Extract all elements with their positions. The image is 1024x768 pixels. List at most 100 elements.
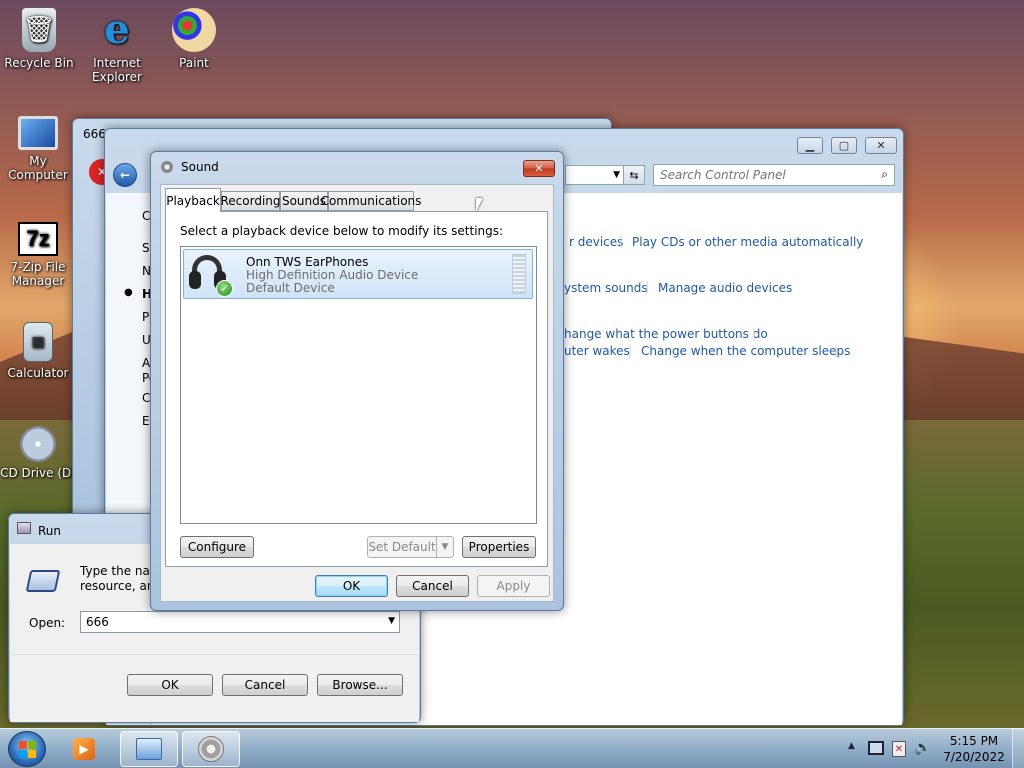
speaker-icon bbox=[198, 736, 224, 762]
tab-communications[interactable]: Communications bbox=[321, 191, 421, 211]
desktop-icon-paint[interactable]: Paint bbox=[156, 8, 232, 70]
desktop-icon-label: Recycle Bin bbox=[4, 56, 74, 70]
desktop-icon-recycle-bin[interactable]: 🗑 Recycle Bin bbox=[1, 8, 77, 70]
device-item-onn-tws-earphones[interactable]: ✓ Onn TWS EarPhones High Definition Audi… bbox=[183, 249, 533, 299]
open-combobox[interactable]: 666 ▼ bbox=[80, 611, 400, 633]
tab-playback[interactable]: Playback bbox=[165, 188, 221, 212]
cancel-button[interactable]: Cancel bbox=[396, 575, 469, 597]
link-system-sounds[interactable]: ystem sounds bbox=[564, 281, 648, 295]
speaker-icon bbox=[161, 161, 173, 173]
seven-zip-icon: 7z bbox=[18, 222, 58, 256]
link-manage-audio-devices[interactable]: Manage audio devices bbox=[658, 281, 792, 295]
run-dialog-title: Run bbox=[38, 524, 62, 538]
clock-time[interactable]: 5:15 PM bbox=[946, 734, 1002, 748]
calculator-icon: ▦ bbox=[23, 322, 53, 362]
taskbar: ▶ ▲ ✕ 🔈 5:15 PM 7/20/2022 bbox=[0, 728, 1024, 768]
volume-meter bbox=[512, 254, 526, 294]
network-icon[interactable] bbox=[868, 741, 884, 755]
error-window-title: 666 bbox=[83, 127, 106, 141]
sound-dialog[interactable]: Sound ✕ Playback Recording Sounds Commun… bbox=[150, 151, 564, 611]
link-devices[interactable]: r devices bbox=[569, 235, 623, 249]
search-box[interactable]: ⌕ bbox=[653, 164, 895, 186]
set-default-button[interactable]: Set Default bbox=[367, 536, 437, 558]
desktop-icon-label: Internet Explorer bbox=[92, 56, 142, 84]
back-arrow-icon: ← bbox=[119, 168, 131, 182]
run-browse-button[interactable]: Browse... bbox=[317, 674, 403, 696]
taskbar-media-player[interactable]: ▶ bbox=[62, 731, 106, 767]
run-program-icon bbox=[25, 570, 61, 592]
open-input[interactable]: 666 bbox=[86, 615, 109, 629]
apply-button[interactable]: Apply bbox=[477, 575, 550, 597]
tab-label: Recording bbox=[220, 194, 281, 208]
properties-button[interactable]: Properties bbox=[462, 536, 536, 558]
run-ok-button[interactable]: OK bbox=[127, 674, 213, 696]
media-player-icon: ▶ bbox=[73, 738, 95, 760]
address-dropdown-arrow[interactable]: ▼ bbox=[565, 165, 625, 185]
search-input[interactable] bbox=[654, 165, 864, 185]
tab-recording[interactable]: Recording bbox=[220, 191, 281, 211]
desktop-icon-cd-drive[interactable]: CD Drive (D) bbox=[0, 426, 76, 480]
sidebar-bullet: ● bbox=[124, 287, 133, 298]
desktop-icon-label: My Computer bbox=[8, 154, 68, 182]
start-button[interactable] bbox=[8, 731, 46, 767]
ok-button[interactable]: OK bbox=[315, 575, 388, 597]
control-panel-icon bbox=[136, 738, 162, 760]
close-button[interactable]: ✕ bbox=[523, 160, 555, 177]
run-icon bbox=[17, 522, 31, 534]
configure-button[interactable]: Configure bbox=[180, 536, 254, 558]
sidebar-item[interactable]: A bbox=[142, 356, 150, 370]
device-status: Default Device bbox=[246, 281, 335, 295]
close-button[interactable]: ✕ bbox=[865, 137, 897, 154]
refresh-button[interactable]: ⇆ bbox=[623, 165, 645, 185]
windows-logo-icon bbox=[18, 740, 36, 758]
desktop-icon-calculator[interactable]: ▦ Calculator bbox=[0, 322, 76, 380]
chevron-down-icon[interactable]: ▼ bbox=[388, 616, 395, 626]
device-list[interactable]: ✓ Onn TWS EarPhones High Definition Audi… bbox=[180, 246, 537, 524]
link-separator: | bbox=[628, 343, 633, 357]
link-computer-wakes[interactable]: uter wakes bbox=[564, 344, 630, 358]
desktop-icon-internet-explorer[interactable]: e Internet Explorer bbox=[79, 6, 155, 85]
link-separator: | bbox=[619, 234, 624, 248]
device-driver: High Definition Audio Device bbox=[246, 268, 419, 282]
sidebar-item[interactable]: P bbox=[142, 310, 149, 324]
computer-monitor-icon bbox=[18, 116, 58, 150]
show-desktop-button[interactable] bbox=[1012, 729, 1024, 768]
tab-label: Playback bbox=[166, 193, 220, 208]
sound-dialog-body: Playback Recording Sounds Communications… bbox=[160, 184, 554, 602]
action-center-icon[interactable]: ✕ bbox=[892, 741, 906, 757]
maximize-button[interactable]: ▢ bbox=[831, 137, 857, 154]
desktop-icon-label: Calculator bbox=[7, 366, 69, 380]
show-hidden-icons-button[interactable]: ▲ bbox=[848, 741, 855, 751]
minimize-button[interactable]: ▁ bbox=[797, 137, 823, 154]
open-label: Open: bbox=[29, 616, 66, 630]
tab-label: Sounds bbox=[281, 194, 327, 208]
clock-date[interactable]: 7/20/2022 bbox=[942, 750, 1006, 764]
link-computer-sleeps[interactable]: Change when the computer sleeps bbox=[641, 344, 850, 358]
volume-icon[interactable]: 🔈 bbox=[914, 740, 931, 756]
recycle-bin-icon: 🗑 bbox=[22, 8, 56, 52]
device-name: Onn TWS EarPhones bbox=[246, 255, 369, 269]
link-separator: | bbox=[834, 343, 839, 357]
run-cancel-button[interactable]: Cancel bbox=[222, 674, 308, 696]
back-button[interactable]: ← bbox=[113, 163, 137, 187]
sound-dialog-title: Sound bbox=[181, 160, 219, 174]
default-checkmark-icon: ✓ bbox=[216, 280, 233, 297]
mouse-cursor-icon bbox=[476, 198, 483, 212]
link-separator: | bbox=[645, 280, 650, 294]
desktop-icon-my-computer[interactable]: My Computer bbox=[0, 116, 76, 182]
desktop-icon-label: Paint bbox=[179, 56, 209, 70]
chevron-down-icon: ▼ bbox=[441, 542, 449, 552]
desktop-icon-label: CD Drive (D) bbox=[0, 466, 76, 480]
paint-palette-icon bbox=[172, 8, 216, 52]
playback-tab-page: Select a playback device below to modify… bbox=[165, 211, 548, 567]
desktop-icon-7zip[interactable]: 7z 7-Zip File Manager bbox=[0, 222, 76, 288]
set-default-dropdown[interactable]: ▼ bbox=[436, 536, 454, 558]
search-icon: ⌕ bbox=[881, 167, 888, 181]
desktop-icon-label: 7-Zip File Manager bbox=[10, 260, 66, 288]
close-icon: ✕ bbox=[534, 162, 544, 175]
taskbar-control-panel[interactable] bbox=[120, 731, 178, 767]
internet-explorer-icon: e bbox=[104, 6, 130, 53]
taskbar-sound[interactable] bbox=[182, 731, 240, 767]
link-play-cds[interactable]: Play CDs or other media automatically bbox=[632, 235, 863, 249]
link-power-buttons[interactable]: hange what the power buttons do bbox=[564, 327, 768, 341]
